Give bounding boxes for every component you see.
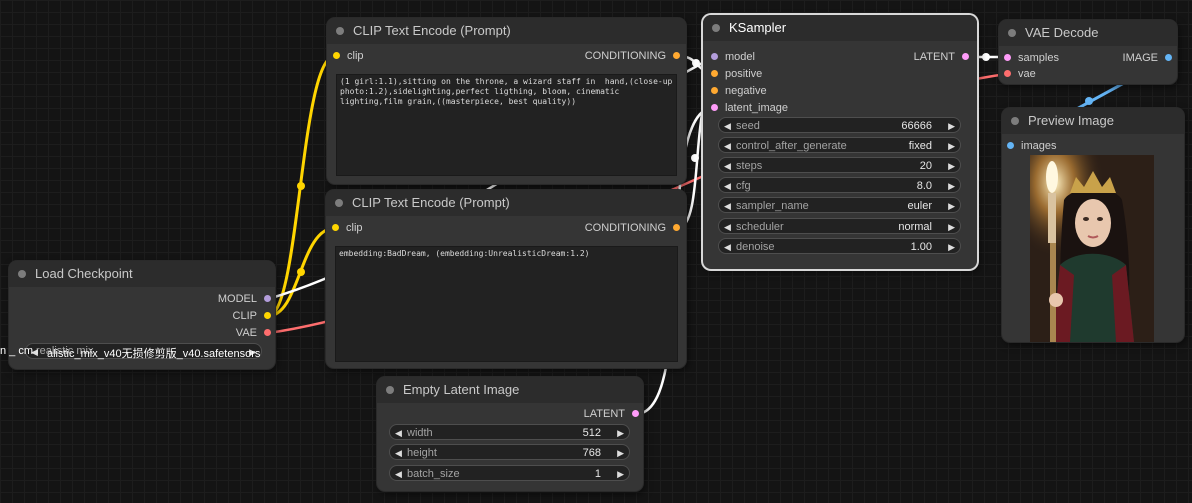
- node-empty-latent-image[interactable]: Empty Latent Image LATENT ◀ width 512 ▶ …: [377, 377, 643, 491]
- collapse-dot-icon[interactable]: [712, 24, 720, 32]
- node-clip-text-encode-negative[interactable]: CLIP Text Encode (Prompt) clip CONDITION…: [326, 190, 686, 368]
- node-title-text: KSampler: [729, 20, 787, 35]
- output-slot-latent[interactable]: LATENT: [914, 50, 969, 64]
- node-title-text: Empty Latent Image: [403, 382, 520, 397]
- link-clip-to-encoder2: [267, 226, 336, 318]
- slot-dot-icon[interactable]: [1004, 70, 1011, 77]
- output-slot-image[interactable]: IMAGE: [1123, 51, 1172, 65]
- ckpt-name-overlap: realistic mix: [36, 345, 94, 357]
- widget-batch-size[interactable]: ◀ batch_size 1 ▶: [389, 465, 630, 481]
- increment-arrow-icon[interactable]: ▶: [948, 219, 955, 235]
- slot-dot-icon[interactable]: [264, 295, 271, 302]
- widget-steps[interactable]: ◀ steps 20 ▶: [718, 157, 961, 173]
- decrement-arrow-icon[interactable]: ◀: [395, 425, 402, 441]
- output-slot-conditioning[interactable]: CONDITIONING: [585, 49, 680, 63]
- node-clip-text-encode-positive[interactable]: CLIP Text Encode (Prompt) clip CONDITION…: [327, 18, 686, 184]
- input-slot-clip[interactable]: clip: [332, 221, 363, 235]
- widget-cfg[interactable]: ◀ cfg 8.0 ▶: [718, 177, 961, 193]
- decrement-arrow-icon[interactable]: ◀: [395, 466, 402, 482]
- slot-dot-icon[interactable]: [673, 52, 680, 59]
- widget-denoise[interactable]: ◀ denoise 1.00 ▶: [718, 238, 961, 254]
- increment-arrow-icon[interactable]: ▶: [948, 118, 955, 134]
- input-slot-model[interactable]: model: [711, 50, 755, 64]
- node-title[interactable]: CLIP Text Encode (Prompt): [327, 18, 686, 44]
- widget-sampler-name[interactable]: ◀ sampler_name euler ▶: [718, 197, 961, 213]
- slot-dot-icon[interactable]: [673, 224, 680, 231]
- slot-dot-icon[interactable]: [264, 312, 271, 319]
- slot-dot-icon[interactable]: [333, 52, 340, 59]
- node-preview-image[interactable]: Preview Image images: [1002, 108, 1184, 342]
- output-slot-clip[interactable]: CLIP: [233, 309, 271, 323]
- collapse-dot-icon[interactable]: [336, 27, 344, 35]
- node-title-text: Load Checkpoint: [35, 266, 133, 281]
- input-slot-latent-image[interactable]: latent_image: [711, 101, 788, 115]
- increment-arrow-icon[interactable]: ▶: [617, 425, 624, 441]
- slot-dot-icon[interactable]: [264, 329, 271, 336]
- output-slot-latent[interactable]: LATENT: [584, 407, 639, 421]
- collapse-dot-icon[interactable]: [1011, 117, 1019, 125]
- decrement-arrow-icon[interactable]: ◀: [724, 138, 731, 154]
- slot-dot-icon[interactable]: [711, 53, 718, 60]
- collapse-dot-icon[interactable]: [1008, 29, 1016, 37]
- collapse-dot-icon[interactable]: [18, 270, 26, 278]
- node-title[interactable]: Load Checkpoint: [9, 261, 275, 287]
- slot-dot-icon[interactable]: [711, 70, 718, 77]
- prompt-textarea[interactable]: embedding:BadDream, (embedding:Unrealist…: [335, 246, 678, 362]
- node-title[interactable]: Empty Latent Image: [377, 377, 643, 403]
- node-title[interactable]: VAE Decode: [999, 20, 1177, 46]
- slot-dot-icon[interactable]: [632, 410, 639, 417]
- slot-dot-icon[interactable]: [332, 224, 339, 231]
- output-slot-vae[interactable]: VAE: [236, 326, 271, 340]
- link-clip-to-encoder1: [267, 54, 336, 318]
- widget-seed[interactable]: ◀ seed 66666 ▶: [718, 117, 961, 133]
- node-title[interactable]: Preview Image: [1002, 108, 1184, 134]
- output-slot-model[interactable]: MODEL: [218, 292, 271, 306]
- node-vae-decode[interactable]: VAE Decode samples vae IMAGE: [999, 20, 1177, 84]
- decrement-arrow-icon[interactable]: ◀: [724, 198, 731, 214]
- preview-image[interactable]: [1030, 155, 1154, 342]
- input-slot-negative[interactable]: negative: [711, 84, 767, 98]
- increment-arrow-icon[interactable]: ▶: [948, 178, 955, 194]
- slot-dot-icon[interactable]: [1165, 54, 1172, 61]
- output-slot-conditioning[interactable]: CONDITIONING: [585, 221, 680, 235]
- input-slot-clip[interactable]: clip: [333, 49, 364, 63]
- increment-arrow-icon[interactable]: ▶: [948, 198, 955, 214]
- prompt-textarea[interactable]: (1 girl:1.1),sitting on the throne, a wi…: [336, 74, 677, 176]
- node-title-text: CLIP Text Encode (Prompt): [353, 23, 511, 38]
- widget-height[interactable]: ◀ height 768 ▶: [389, 444, 630, 460]
- increment-arrow-icon[interactable]: ▶: [948, 158, 955, 174]
- slot-dot-icon[interactable]: [962, 53, 969, 60]
- decrement-arrow-icon[interactable]: ◀: [724, 219, 731, 235]
- increment-arrow-icon[interactable]: ▶: [948, 138, 955, 154]
- widget-width[interactable]: ◀ width 512 ▶: [389, 424, 630, 440]
- increment-arrow-icon[interactable]: ▶: [617, 445, 624, 461]
- decrement-arrow-icon[interactable]: ◀: [395, 445, 402, 461]
- node-title[interactable]: KSampler: [703, 15, 977, 41]
- increment-arrow-icon[interactable]: ▶: [948, 239, 955, 255]
- decrement-arrow-icon[interactable]: ◀: [724, 158, 731, 174]
- slot-dot-icon[interactable]: [711, 87, 718, 94]
- decrement-arrow-icon[interactable]: ◀: [724, 239, 731, 255]
- node-title-text: CLIP Text Encode (Prompt): [352, 195, 510, 210]
- generated-image-portrait-icon: [1030, 155, 1154, 342]
- slot-dot-icon[interactable]: [1007, 142, 1014, 149]
- slot-dot-icon[interactable]: [711, 104, 718, 111]
- collapse-dot-icon[interactable]: [386, 386, 394, 394]
- input-slot-positive[interactable]: positive: [711, 67, 762, 81]
- node-title-text: VAE Decode: [1025, 25, 1099, 40]
- ckpt-name-prefix: n _ cm: [0, 345, 34, 357]
- decrement-arrow-icon[interactable]: ◀: [724, 178, 731, 194]
- input-slot-vae[interactable]: vae: [1004, 67, 1036, 81]
- widget-scheduler[interactable]: ◀ scheduler normal ▶: [718, 218, 961, 234]
- decrement-arrow-icon[interactable]: ◀: [724, 118, 731, 134]
- input-slot-samples[interactable]: samples: [1004, 51, 1059, 65]
- slot-dot-icon[interactable]: [1004, 54, 1011, 61]
- widget-control-after-generate[interactable]: ◀ control_after_generate fixed ▶: [718, 137, 961, 153]
- collapse-dot-icon[interactable]: [335, 199, 343, 207]
- input-slot-images[interactable]: images: [1007, 139, 1056, 153]
- increment-arrow-icon[interactable]: ▶: [617, 466, 624, 482]
- node-title[interactable]: CLIP Text Encode (Prompt): [326, 190, 686, 216]
- node-title-text: Preview Image: [1028, 113, 1114, 128]
- node-ksampler[interactable]: KSampler model positive negative latent_…: [703, 15, 977, 269]
